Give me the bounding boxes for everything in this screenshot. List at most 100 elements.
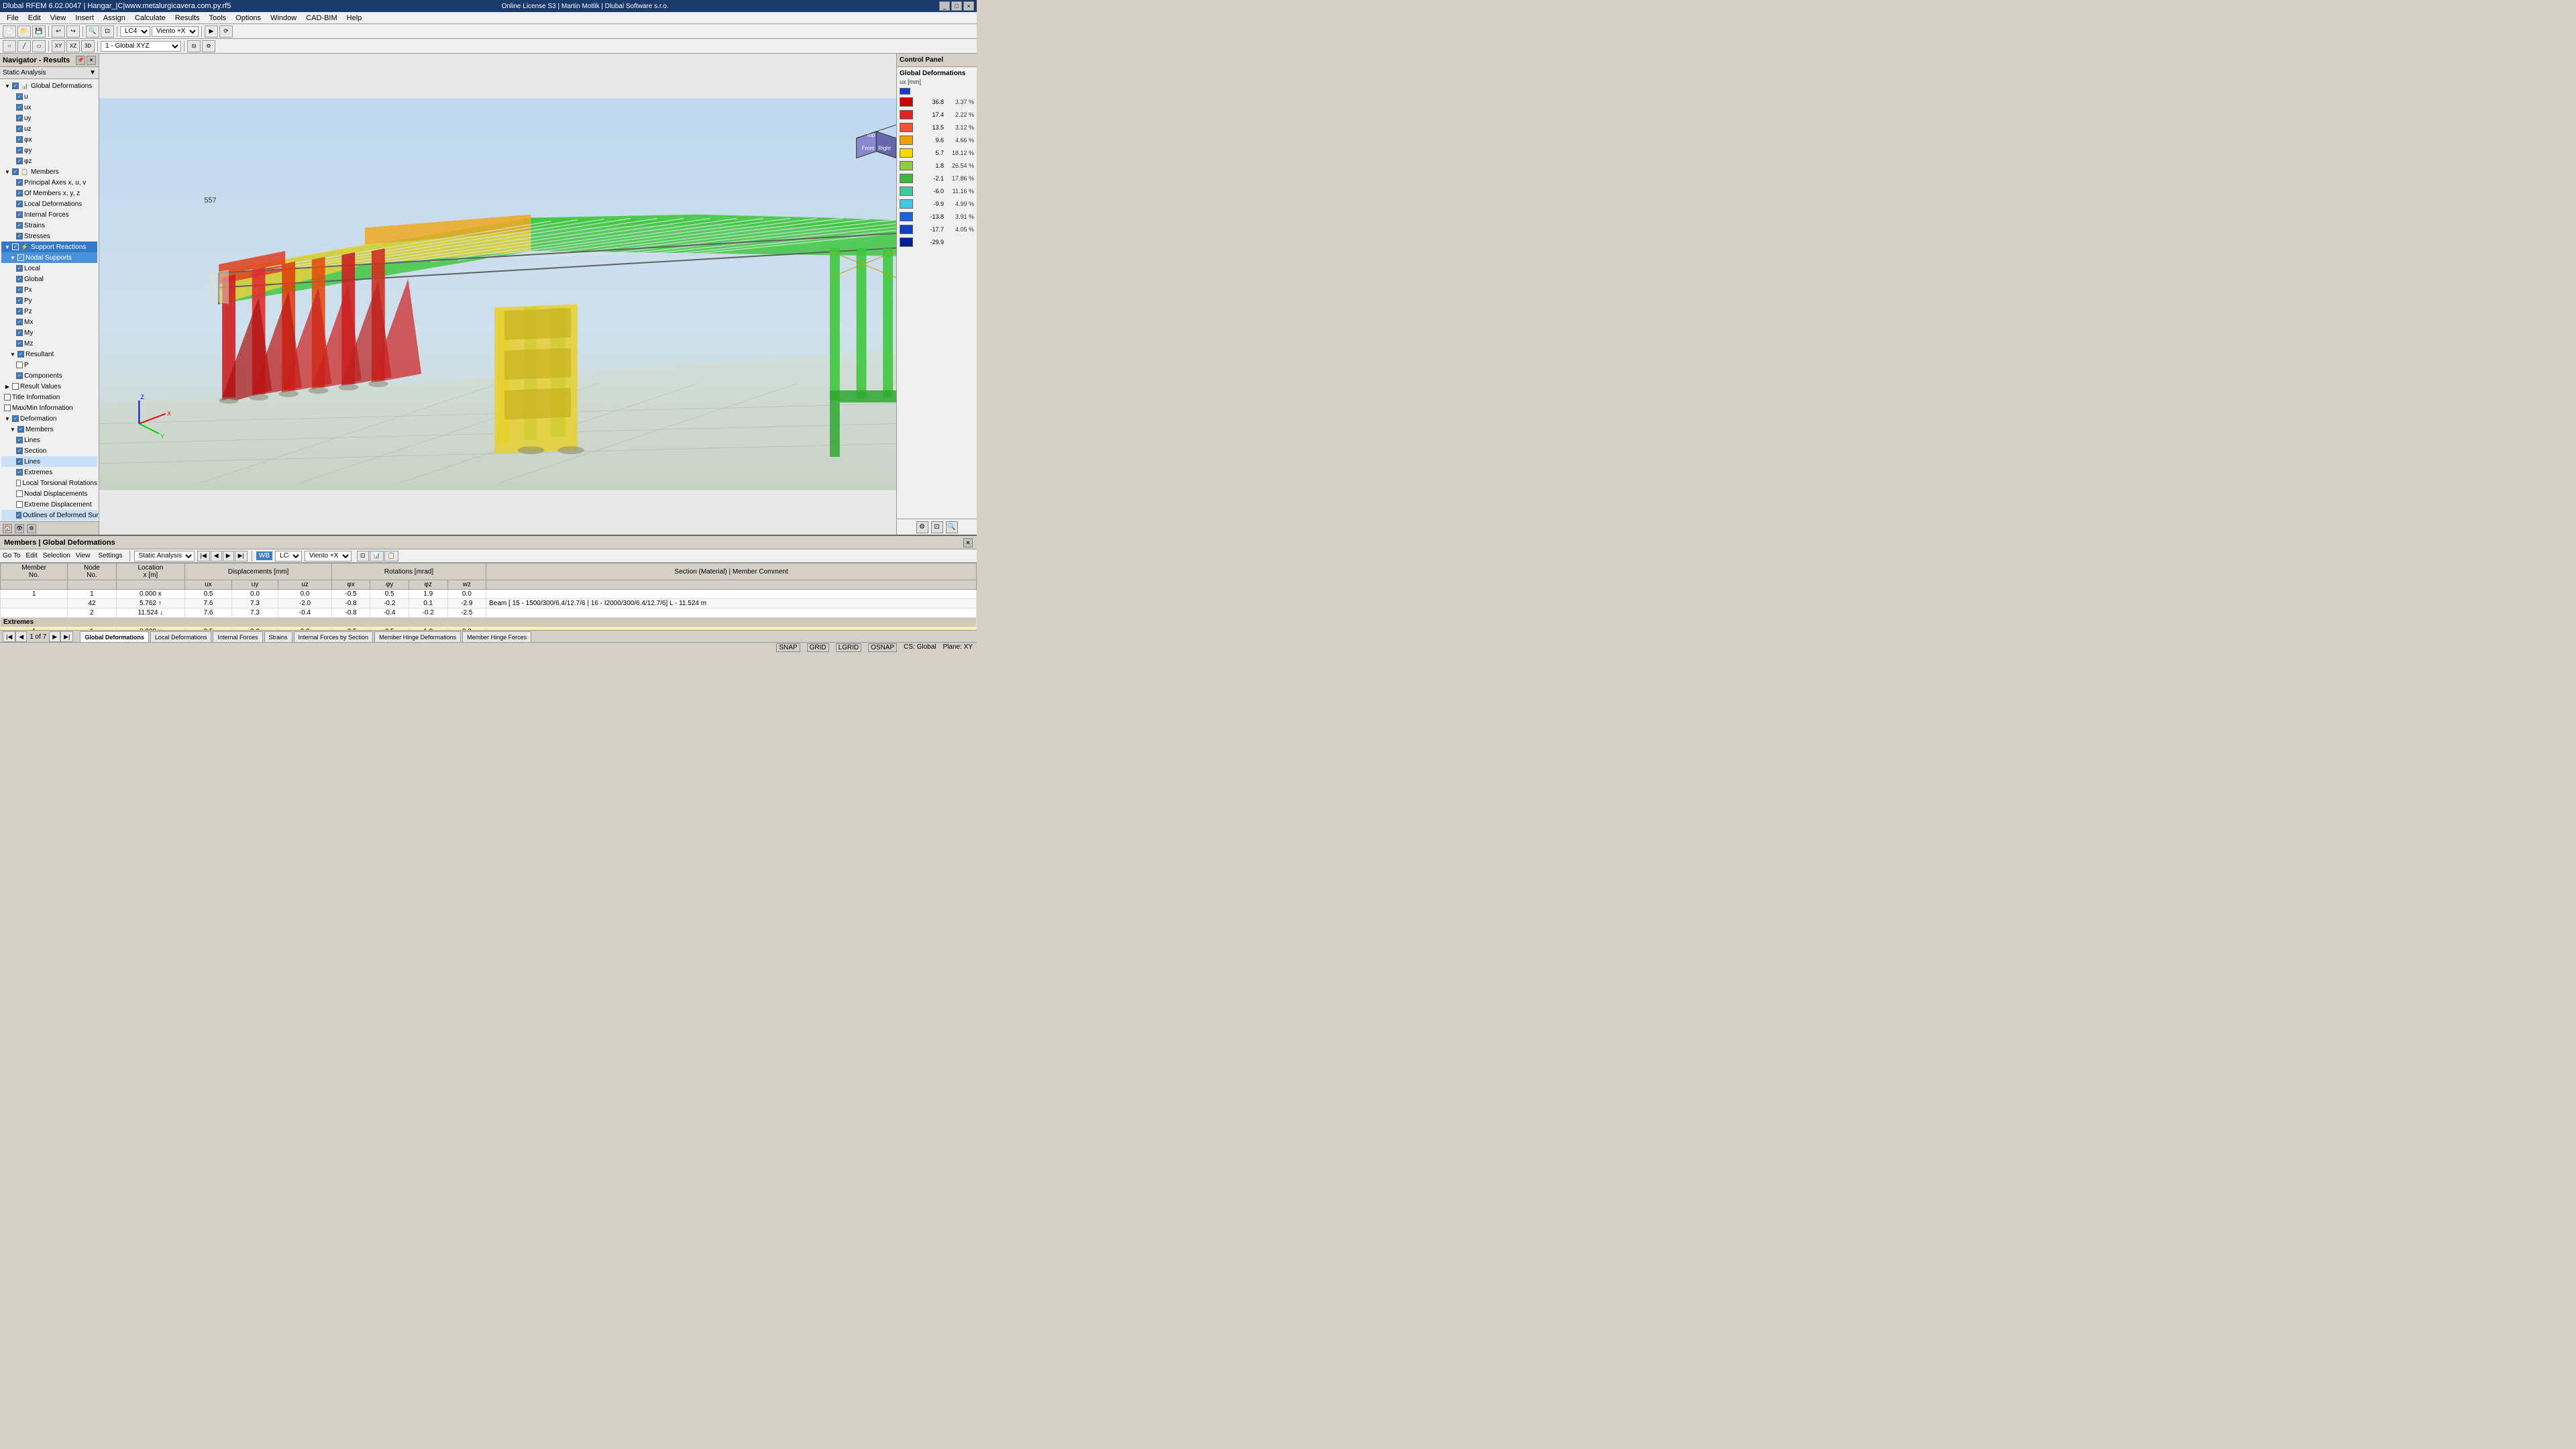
toolbar-wind-select[interactable]: Viento +X	[152, 26, 199, 37]
first-page-button[interactable]: |◀	[3, 631, 15, 642]
tree-section[interactable]: ✓ Section	[1, 445, 97, 456]
menu-assign[interactable]: Assign	[99, 13, 129, 23]
check-icon[interactable]: ✓	[16, 340, 23, 347]
tree-members[interactable]: ▼ ✓ 📋 Members	[1, 166, 97, 177]
check-icon[interactable]: ✓	[16, 297, 23, 304]
last-page-button[interactable]: ▶|	[60, 631, 73, 642]
check-icon[interactable]: ✓	[16, 147, 23, 154]
tree-lines[interactable]: ✓ Lines	[1, 435, 97, 445]
check-icon[interactable]: ✓	[17, 254, 24, 261]
tree-result-values[interactable]: ▶ Result Values	[1, 381, 97, 392]
menu-cad-bim[interactable]: CAD-BIM	[302, 13, 341, 23]
check-icon[interactable]: ✓	[16, 93, 23, 100]
check-icon[interactable]	[16, 362, 23, 368]
check-icon[interactable]: ✓	[16, 437, 23, 443]
check-icon[interactable]: ✓	[16, 158, 23, 164]
tree-u[interactable]: ✓ u	[1, 91, 97, 102]
bottom-panel-close-button[interactable]: ×	[963, 538, 973, 547]
tree-strains[interactable]: ✓ Strains	[1, 220, 97, 231]
open-button[interactable]: 📁	[17, 25, 31, 38]
tab-member-hinge-deformations[interactable]: Member Hinge Deformations	[374, 631, 461, 642]
prev-page-button[interactable]: ◀	[15, 631, 27, 642]
check-icon[interactable]: ✓	[16, 222, 23, 229]
check-icon[interactable]: ✓	[16, 233, 23, 239]
display-surfaces-button[interactable]: ▭	[32, 40, 46, 52]
menu-options[interactable]: Options	[231, 13, 265, 23]
cp-settings-button[interactable]: ⚙	[916, 521, 928, 533]
check-icon[interactable]: ✓	[16, 104, 23, 111]
menu-help[interactable]: Help	[343, 13, 366, 23]
view-btn-3[interactable]: 📋	[384, 551, 398, 561]
tree-phiy[interactable]: ✓ φy	[1, 145, 97, 156]
tree-phiz[interactable]: ✓ φz	[1, 156, 97, 166]
tree-local[interactable]: ✓ Local	[1, 263, 97, 274]
check-icon[interactable]: ✓	[16, 276, 23, 282]
tree-outlines-deformed[interactable]: ✓ Outlines of Deformed Surfaces	[1, 510, 97, 521]
check-icon[interactable]: ✓	[12, 244, 19, 250]
check-icon[interactable]: ✓	[12, 415, 19, 422]
check-icon[interactable]: ✓	[16, 329, 23, 336]
menu-view[interactable]: View	[46, 13, 70, 23]
check-icon[interactable]: ✓	[16, 179, 23, 186]
check-icon[interactable]: ✓	[17, 426, 24, 433]
check-icon[interactable]	[4, 394, 11, 400]
tab-internal-forces[interactable]: Internal Forces	[213, 631, 262, 642]
check-icon[interactable]: ✓	[16, 201, 23, 207]
undo-button[interactable]: ↩	[52, 25, 65, 38]
tree-my[interactable]: ✓ My	[1, 327, 97, 338]
tree-nodal-supports[interactable]: ▼ ✓ Nodal Supports	[1, 252, 97, 263]
next-step-button[interactable]: ▶	[223, 551, 234, 561]
check-icon[interactable]	[16, 490, 23, 497]
minimize-button[interactable]: _	[939, 1, 950, 11]
check-icon[interactable]: ✓	[16, 125, 23, 132]
tree-maxmin-information[interactable]: Max/Min Information	[1, 402, 97, 413]
view-3d-button[interactable]: 3D	[81, 40, 95, 52]
new-button[interactable]: 📄	[3, 25, 16, 38]
tree-mz[interactable]: ✓ Mz	[1, 338, 97, 349]
tree-internal-forces[interactable]: ✓ Internal Forces	[1, 209, 97, 220]
tree-section-colored[interactable]: ✓ Lines	[1, 456, 97, 467]
tree-local-torsional[interactable]: Local Torsional Rotations	[1, 478, 97, 488]
check-icon[interactable]: ✓	[16, 308, 23, 315]
tree-mx[interactable]: ✓ Mx	[1, 317, 97, 327]
menu-file[interactable]: File	[3, 13, 23, 23]
view-btn-1[interactable]: ⊡	[357, 551, 369, 561]
check-icon[interactable]: ✓	[16, 286, 23, 293]
zoom-in-button[interactable]: 🔍	[86, 25, 99, 38]
save-button[interactable]: 💾	[32, 25, 46, 38]
tab-strains[interactable]: Strains	[264, 631, 292, 642]
check-icon[interactable]	[16, 501, 23, 508]
snap-indicator[interactable]: SNAP	[776, 643, 800, 652]
next-page-button[interactable]: ▶	[49, 631, 60, 642]
tree-uy[interactable]: ✓ uy	[1, 113, 97, 123]
tree-pz[interactable]: ✓ Pz	[1, 306, 97, 317]
tree-of-members[interactable]: ✓ Of Members x, y, z	[1, 188, 97, 199]
grid-indicator[interactable]: GRID	[807, 643, 829, 652]
tree-px[interactable]: ✓ Px	[1, 284, 97, 295]
data-table[interactable]: MemberNo. NodeNo. Locationx [m] Displace…	[0, 563, 977, 630]
tree-ux[interactable]: ✓ ux	[1, 102, 97, 113]
tree-extremes[interactable]: ✓ Extremes	[1, 467, 97, 478]
cp-filter-button[interactable]: ⊡	[931, 521, 943, 533]
close-button[interactable]: ×	[963, 1, 974, 11]
render-button[interactable]: ▶	[205, 25, 218, 38]
navigator-pin-button[interactable]: 📌	[76, 56, 85, 65]
tree-components[interactable]: ✓ Components	[1, 370, 97, 381]
lc-select[interactable]: LC4	[275, 551, 302, 561]
menu-insert[interactable]: Insert	[71, 13, 98, 23]
tab-internal-forces-section[interactable]: Internal Forces by Section	[294, 631, 374, 642]
tree-global[interactable]: ✓ Global	[1, 274, 97, 284]
check-icon[interactable]: ✓	[17, 351, 24, 358]
tree-global-deformations[interactable]: ▼ ✓ 📊 Global Deformations	[1, 80, 97, 91]
options-button[interactable]: ⚙	[202, 40, 215, 52]
display-nodes-button[interactable]: ○	[3, 40, 16, 52]
filter-button[interactable]: ⊟	[187, 40, 201, 52]
tree-title-information[interactable]: Title Information	[1, 392, 97, 402]
tree-local-deformations[interactable]: ✓ Local Deformations	[1, 199, 97, 209]
tree-resultant[interactable]: ▼ ✓ Resultant	[1, 349, 97, 360]
check-icon[interactable]: ✓	[16, 319, 23, 325]
nav-home-button[interactable]: 🏠	[3, 524, 12, 533]
navigator-close-button[interactable]: ×	[87, 56, 96, 65]
check-icon[interactable]: ✓	[16, 372, 23, 379]
menu-window[interactable]: Window	[266, 13, 301, 23]
